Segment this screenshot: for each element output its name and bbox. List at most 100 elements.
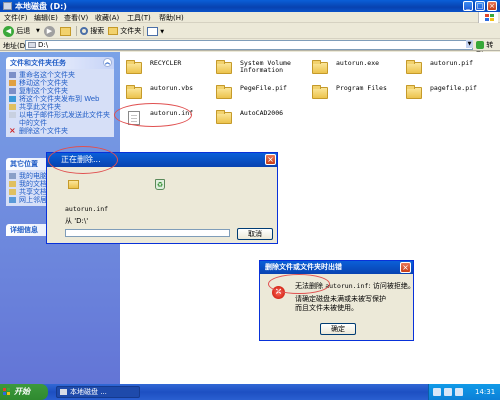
menu-help[interactable]: 帮助(H) bbox=[159, 13, 184, 23]
folder-icon bbox=[406, 85, 422, 99]
share-icon bbox=[9, 104, 16, 110]
copy-icon bbox=[9, 88, 16, 94]
tray-icon[interactable] bbox=[444, 388, 452, 396]
taskbar-window-label: 本地磁盘 ... bbox=[70, 388, 107, 396]
task-publish-web[interactable]: 将这个文件夹发布到 Web bbox=[9, 95, 111, 103]
other-places-title: 其它位置 bbox=[10, 160, 38, 168]
task-move-folder[interactable]: 移动这个文件夹 bbox=[9, 79, 111, 87]
menu-file[interactable]: 文件(F) bbox=[4, 13, 28, 23]
folder-icon bbox=[126, 85, 142, 99]
taskbar-window-button[interactable]: 本地磁盘 ... bbox=[56, 386, 140, 398]
task-share-folder[interactable]: 共享此文件夹 bbox=[9, 103, 111, 111]
go-arrow-icon bbox=[476, 41, 484, 49]
file-item-autorun-exe[interactable]: autorun.exe bbox=[312, 60, 392, 80]
menu-bar: 文件(F) 编辑(E) 查看(V) 收藏(A) 工具(T) 帮助(H) bbox=[0, 12, 500, 23]
views-button[interactable]: ▼ bbox=[147, 25, 164, 37]
error-dialog: 删除文件或文件夹时出错 × × 无法删除 autorun.inf: 访问被拒绝。… bbox=[259, 260, 415, 341]
error-hint: 请确定磁盘未满或未被写保护 而且文件未被使用。 bbox=[295, 295, 386, 312]
folders-label: 文件夹 bbox=[120, 27, 142, 35]
annotation-ellipse bbox=[114, 103, 192, 127]
delete-x-icon: × bbox=[9, 126, 16, 135]
computer-icon bbox=[9, 173, 16, 179]
error-filename: autorun.inf bbox=[325, 282, 369, 290]
toolbar: ◀ 后退 ▼ ▶ 搜索 文件夹 ▼ bbox=[0, 23, 500, 39]
file-name: pagefile.pif bbox=[430, 84, 477, 92]
minimize-button[interactable]: _ bbox=[463, 1, 473, 11]
go-button[interactable]: 转到 bbox=[476, 40, 496, 59]
move-icon bbox=[9, 80, 16, 86]
file-item-system-volume-information[interactable]: System Volume Information bbox=[216, 60, 306, 80]
folder-icon bbox=[312, 85, 328, 99]
windows-logo-icon bbox=[478, 12, 498, 23]
annotation-ellipse bbox=[48, 146, 118, 174]
views-dropdown-icon: ▼ bbox=[160, 29, 165, 35]
address-input[interactable]: D:\ bbox=[25, 40, 473, 50]
file-item-pagefile-pif[interactable]: pagefile.pif bbox=[406, 85, 496, 105]
folder-icon bbox=[216, 85, 232, 99]
back-button[interactable]: ◀ 后退 bbox=[3, 25, 30, 37]
back-arrow-icon: ◀ bbox=[3, 25, 14, 37]
tray-icon[interactable] bbox=[433, 388, 441, 396]
start-label: 开始 bbox=[14, 387, 30, 396]
menu-tools[interactable]: 工具(T) bbox=[127, 13, 151, 23]
up-folder-button[interactable] bbox=[60, 25, 71, 37]
folders-button[interactable]: 文件夹 bbox=[108, 25, 141, 37]
forward-button[interactable]: ▶ bbox=[44, 25, 55, 37]
menu-view[interactable]: 查看(V) bbox=[64, 13, 88, 23]
annotation-ellipse bbox=[268, 274, 330, 294]
system-tray: 14:31 bbox=[428, 384, 500, 400]
error-dialog-title: 删除文件或文件夹时出错 bbox=[260, 261, 413, 274]
windows-logo-icon bbox=[3, 388, 11, 396]
address-dropdown-icon[interactable]: ▼ bbox=[466, 40, 473, 48]
task-delete-folder[interactable]: × 删除这个文件夹 bbox=[9, 126, 111, 136]
folder-icon bbox=[216, 110, 232, 124]
task-email-files[interactable]: 以电子邮件形式发送此文件夹中的文件 bbox=[9, 111, 111, 127]
task-rename-folder[interactable]: 重命名这个文件夹 bbox=[9, 71, 111, 79]
file-item-autocad2006[interactable]: AutoCAD2006 bbox=[216, 110, 296, 130]
progress-bar bbox=[65, 229, 230, 237]
tray-icon[interactable] bbox=[455, 388, 463, 396]
file-item-program-files[interactable]: Program Files bbox=[312, 85, 392, 105]
collapse-chevron-icon[interactable]: ︽ bbox=[103, 58, 112, 67]
deleting-filename: autorun.inf bbox=[65, 205, 109, 213]
file-item-pegefile-pif[interactable]: PegeFile.pif bbox=[216, 85, 296, 105]
search-button[interactable]: 搜索 bbox=[80, 25, 104, 37]
close-button[interactable]: × bbox=[487, 1, 497, 11]
error-dialog-close-button[interactable]: × bbox=[400, 262, 411, 273]
deleting-from: 从 'D:\' bbox=[65, 217, 89, 225]
folder-icon bbox=[312, 60, 328, 74]
cancel-button[interactable]: 取消 bbox=[237, 228, 273, 240]
ok-button[interactable]: 确定 bbox=[320, 323, 356, 335]
file-item-autorun-vbs[interactable]: autorun.vbs bbox=[126, 85, 206, 105]
globe-icon bbox=[9, 96, 16, 102]
task-copy-folder[interactable]: 复制这个文件夹 bbox=[9, 87, 111, 95]
back-label: 后退 bbox=[16, 27, 31, 35]
source-folder-icon bbox=[68, 180, 79, 189]
file-name: Program Files bbox=[336, 84, 387, 92]
taskbar: 开始 本地磁盘 ... 14:31 bbox=[0, 384, 500, 400]
shared-folder-icon bbox=[9, 189, 16, 195]
file-item-recycler[interactable]: RECYCLER bbox=[126, 60, 206, 80]
file-name: PegeFile.pif bbox=[240, 84, 287, 92]
file-name: autorun.exe bbox=[336, 59, 380, 67]
back-dropdown-icon[interactable]: ▼ bbox=[36, 25, 40, 37]
maximize-button[interactable]: □ bbox=[475, 1, 485, 11]
start-button[interactable]: 开始 bbox=[0, 384, 48, 400]
documents-folder-icon bbox=[9, 181, 16, 187]
clock[interactable]: 14:31 bbox=[475, 384, 495, 400]
drive-icon bbox=[3, 2, 12, 10]
file-item-autorun-pif[interactable]: autorun.pif bbox=[406, 60, 486, 80]
window-titlebar[interactable]: 本地磁盘 (D:) _ □ × bbox=[0, 0, 500, 12]
address-value: D:\ bbox=[38, 41, 49, 49]
file-name: System Volume Information bbox=[240, 59, 291, 74]
deleting-dialog-close-button[interactable]: × bbox=[265, 154, 276, 165]
drive-icon bbox=[60, 389, 67, 395]
window-title: 本地磁盘 (D:) bbox=[15, 2, 67, 11]
details-title: 详细信息 bbox=[10, 226, 38, 234]
rename-icon bbox=[9, 72, 16, 78]
file-tasks-header[interactable]: 文件和文件夹任务 ︽ bbox=[6, 57, 114, 69]
file-tasks-title: 文件和文件夹任务 bbox=[10, 59, 66, 67]
menu-edit[interactable]: 编辑(E) bbox=[34, 13, 58, 23]
file-name: RECYCLER bbox=[150, 59, 182, 67]
menu-favorites[interactable]: 收藏(A) bbox=[95, 13, 119, 23]
